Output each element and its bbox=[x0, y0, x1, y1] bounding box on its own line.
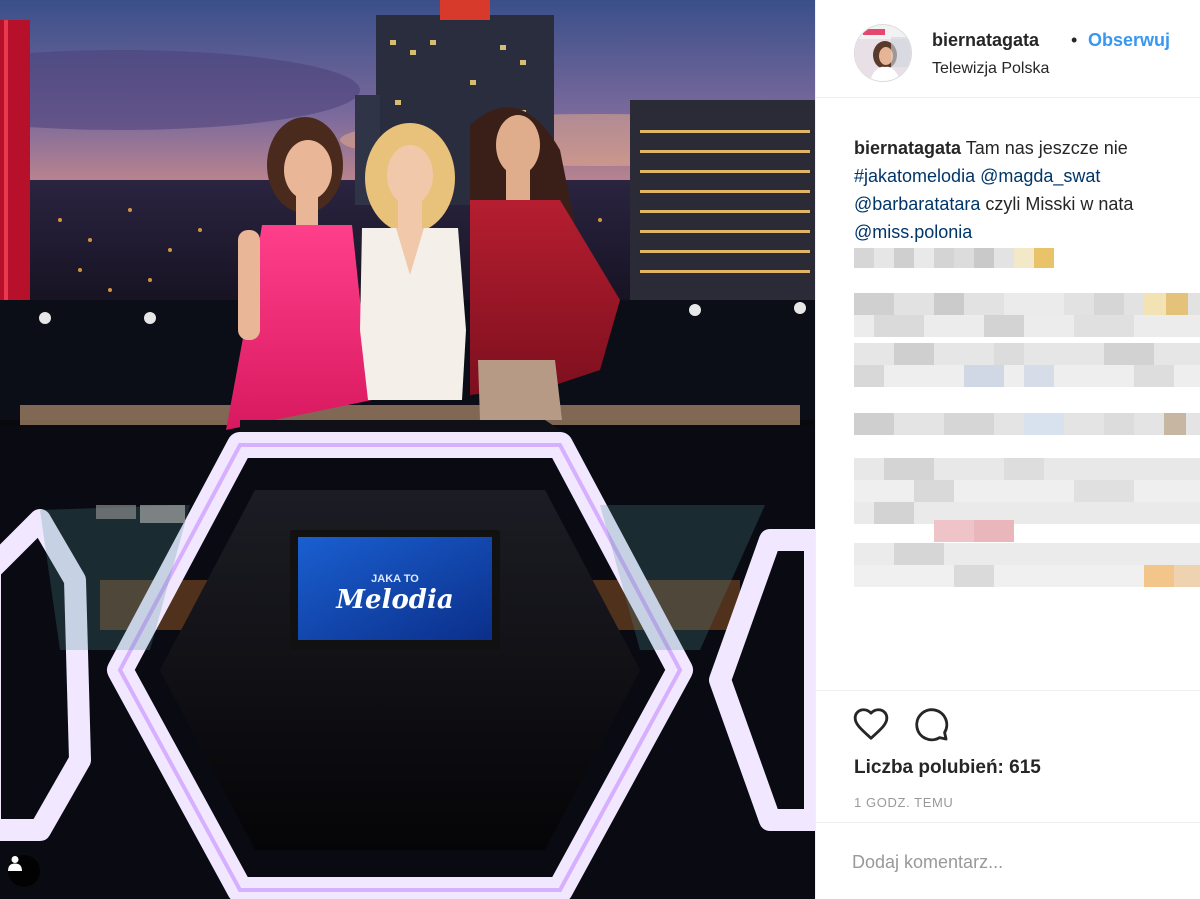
post-timestamp[interactable]: 1 GODZ. TEMU bbox=[854, 795, 953, 810]
tag-people-button[interactable] bbox=[8, 855, 40, 887]
comment-button[interactable] bbox=[912, 705, 950, 743]
mention-link[interactable]: @magda_swat bbox=[975, 166, 1100, 186]
person-tag-icon bbox=[8, 856, 22, 871]
caption-line-3: @barbaratatara czyli Misski w nata bbox=[854, 190, 1200, 218]
caption-username[interactable]: biernatagata bbox=[854, 138, 961, 158]
post-sidebar: biernatagata • Obserwuj Telewizja Polska… bbox=[815, 0, 1200, 899]
comment-bubble-icon bbox=[915, 708, 949, 742]
post-header: biernatagata • Obserwuj Telewizja Polska bbox=[816, 0, 1200, 98]
avatar[interactable] bbox=[854, 24, 912, 82]
comment-input[interactable] bbox=[852, 847, 1182, 877]
follow-button[interactable]: Obserwuj bbox=[1088, 30, 1170, 51]
like-button[interactable] bbox=[852, 705, 890, 743]
separator-dot: • bbox=[1071, 30, 1078, 50]
caption-line-1: biernatagata Tam nas jeszcze nie bbox=[854, 134, 1200, 162]
likes-count[interactable]: Liczba polubień: 615 bbox=[854, 757, 1041, 779]
mention-link[interactable]: @miss.polonia bbox=[854, 222, 972, 242]
avatar-image bbox=[855, 25, 911, 81]
caption-line-4: @miss.polonia bbox=[854, 218, 1200, 246]
mention-link[interactable]: @barbaratatara bbox=[854, 194, 980, 214]
post-actions: Liczba polubień: 615 1 GODZ. TEMU bbox=[816, 690, 1200, 831]
comment-form bbox=[816, 822, 1200, 899]
heart-icon bbox=[853, 708, 889, 740]
post-photo[interactable]: JAKA TO Melodia bbox=[0, 0, 815, 899]
photo-illustration: JAKA TO Melodia bbox=[0, 0, 815, 899]
screen-text-line1: JAKA TO bbox=[371, 573, 419, 585]
hashtag-link[interactable]: #jakatomelodia bbox=[854, 166, 975, 186]
screen-text-line2: Melodia bbox=[335, 585, 453, 615]
post-location[interactable]: Telewizja Polska bbox=[932, 60, 1049, 78]
post-caption: biernatagata Tam nas jeszcze nie #jakato… bbox=[854, 134, 1200, 246]
caption-line-2: #jakatomelodia @magda_swat bbox=[854, 162, 1200, 190]
post-author-username[interactable]: biernatagata bbox=[932, 30, 1039, 51]
caption-text: czyli Misski w nata bbox=[980, 194, 1134, 214]
pixelated-comments bbox=[854, 248, 1200, 587]
caption-text: Tam nas jeszcze nie bbox=[961, 138, 1128, 158]
